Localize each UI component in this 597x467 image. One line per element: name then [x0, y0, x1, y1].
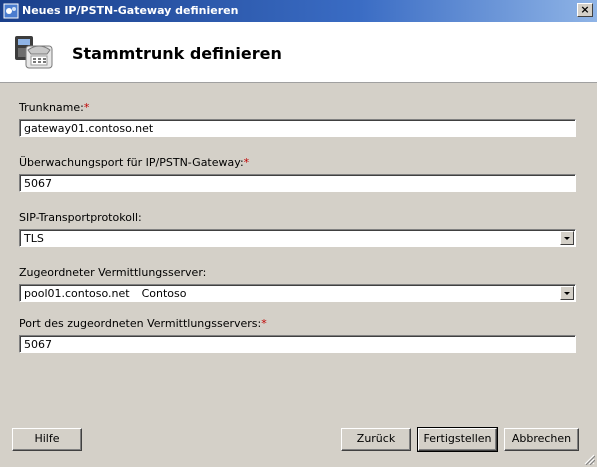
phone-gateway-icon [15, 36, 53, 69]
wizard-header: Stammtrunk definieren [0, 22, 597, 83]
trunk-name-input[interactable]: gateway01.contoso.net [19, 119, 576, 137]
back-button[interactable]: Zurück [341, 428, 411, 451]
mediation-port-label: Port des zugeordneten Vermittlungsserver… [19, 317, 267, 330]
sip-transport-label: SIP-Transportprotokoll: [19, 211, 142, 224]
required-marker: * [83, 101, 90, 114]
mediation-port-label-text: Port des zugeordneten Vermittlungsserver… [19, 317, 262, 330]
mediation-port-input[interactable]: 5067 [19, 335, 576, 353]
listen-port-label: Überwachungsport für IP/PSTN-Gateway:* [19, 156, 249, 169]
required-marker: * [243, 156, 250, 169]
app-icon [3, 3, 19, 19]
finish-button[interactable]: Fertigstellen [417, 427, 498, 452]
close-button[interactable]: × [577, 3, 593, 17]
mediation-server-dropdown[interactable]: pool01.contoso.net Contoso [19, 284, 576, 302]
listen-port-label-text: Überwachungsport für IP/PSTN-Gateway: [19, 156, 244, 169]
trunk-name-label: Trunkname:* [19, 101, 89, 114]
cancel-button[interactable]: Abbrechen [504, 428, 579, 451]
sip-transport-value: TLS [24, 232, 44, 245]
mediation-server-value: pool01.contoso.net [24, 287, 130, 300]
close-icon: × [580, 3, 590, 16]
title-bar[interactable]: Neues IP/PSTN-Gateway definieren × [0, 0, 597, 22]
page-title: Stammtrunk definieren [72, 44, 282, 63]
resize-grip-icon[interactable] [583, 453, 595, 465]
chevron-down-icon[interactable] [560, 231, 574, 245]
window-title: Neues IP/PSTN-Gateway definieren [22, 4, 239, 17]
required-marker: * [261, 317, 267, 330]
mediation-server-site: Contoso [141, 287, 187, 300]
help-button[interactable]: Hilfe [12, 428, 82, 451]
listen-port-input[interactable]: 5067 [19, 174, 576, 192]
trunk-name-label-text: Trunkname: [19, 101, 84, 114]
chevron-down-icon[interactable] [560, 286, 574, 300]
sip-transport-dropdown[interactable]: TLS [19, 229, 576, 247]
mediation-server-label: Zugeordneter Vermittlungsserver: [19, 266, 207, 279]
